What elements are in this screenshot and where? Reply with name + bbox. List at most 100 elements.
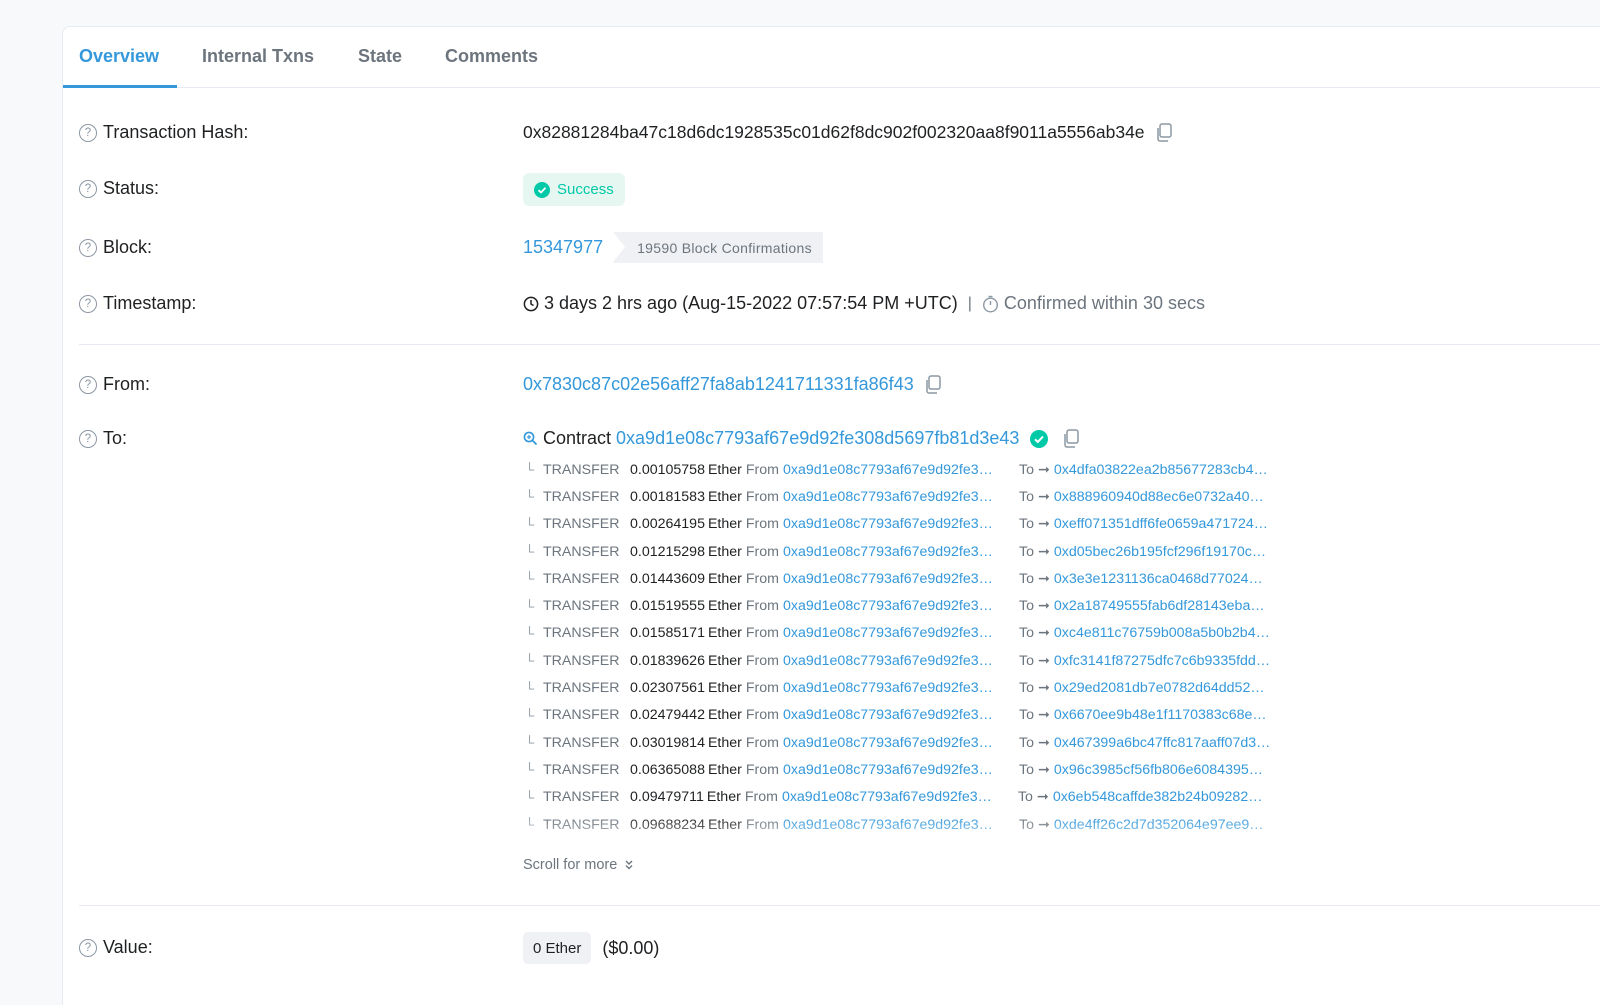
transfer-unit: Ether xyxy=(707,488,742,505)
transfer-type: TRANSFER xyxy=(543,488,620,505)
transfer-to-label: To xyxy=(1019,680,1034,697)
transfer-unit: Ether xyxy=(707,598,742,615)
transfer-row: └ TRANSFER 0.00264195 Ether From 0xa9d1e08c77… xyxy=(525,511,1305,538)
transfer-amount: 0.01585171 xyxy=(630,625,705,642)
transfer-from-link[interactable]: 0xa9d1e08c7793af67e9d92fe3… xyxy=(783,516,1011,532)
arrow-right-icon: ➞ xyxy=(1037,652,1050,669)
transfer-amount: 0.02479442 xyxy=(630,707,705,724)
help-icon[interactable]: ? xyxy=(79,429,97,448)
transfer-from-link[interactable]: 0xa9d1e08c7793af67e9d92fe3… xyxy=(782,789,1010,805)
transaction-details-card: Overview Internal Txns State Comments ? … xyxy=(62,26,1600,1005)
transfer-amount: 0.02307561 xyxy=(630,680,705,697)
transfer-to-link[interactable]: 0xc4e811c76759b008a5b0b2b4… xyxy=(1054,625,1270,641)
transfer-from-link[interactable]: 0xa9d1e08c7793af67e9d92fe3… xyxy=(783,653,1011,669)
transfer-from-link[interactable]: 0xa9d1e08c7793af67e9d92fe3… xyxy=(783,489,1011,505)
transfer-from-link[interactable]: 0xa9d1e08c7793af67e9d92fe3… xyxy=(783,625,1011,641)
transfer-from-label: From xyxy=(745,652,779,669)
transfer-row: └ TRANSFER 0.01443609 Ether From 0xa9d1e08c77… xyxy=(525,565,1305,592)
tab-overview[interactable]: Overview xyxy=(79,46,159,67)
transfer-to-label: To xyxy=(1019,516,1034,533)
tree-branch-icon: └ xyxy=(525,462,535,478)
check-circle-icon xyxy=(534,181,550,198)
arrow-right-icon: ➞ xyxy=(1037,488,1050,505)
transfer-type: TRANSFER xyxy=(543,816,620,833)
block-label-row: ? Block: xyxy=(79,237,152,258)
tab-comments[interactable]: Comments xyxy=(445,46,538,67)
transfer-to-link[interactable]: 0x467399a6bc47ffc817aaff07d3… xyxy=(1054,735,1270,751)
to-label-row: ? To: xyxy=(79,428,127,449)
transfer-from-link[interactable]: 0xa9d1e08c7793af67e9d92fe3… xyxy=(783,571,1011,587)
copy-icon[interactable] xyxy=(924,374,942,395)
transfer-from-link[interactable]: 0xa9d1e08c7793af67e9d92fe3… xyxy=(783,817,1011,833)
help-icon[interactable]: ? xyxy=(79,238,97,257)
transfer-amount: 0.00264195 xyxy=(630,516,705,533)
timestamp-label-row: ? Timestamp: xyxy=(79,293,196,314)
transfer-to-link[interactable]: 0x4dfa03822ea2b85677283cb4… xyxy=(1054,462,1268,478)
from-label: From: xyxy=(103,374,150,394)
transfer-row: └ TRANSFER 0.00181583 Ether From 0xa9d1e08c77… xyxy=(525,483,1305,510)
transfer-to-label: To xyxy=(1019,707,1034,724)
transfer-unit: Ether xyxy=(707,680,742,697)
value-value-row: 0 Ether ($0.00) xyxy=(523,932,659,964)
transfer-to-link[interactable]: 0xeff071351dff6fe0659a471724… xyxy=(1054,516,1268,532)
help-icon[interactable]: ? xyxy=(79,294,97,313)
transfer-to-link[interactable]: 0x6eb548caffde382b24b09282… xyxy=(1053,789,1263,805)
value-label-row: ? Value: xyxy=(79,937,153,958)
status-value-row: Success xyxy=(523,173,625,206)
tx-hash-label-row: ? Transaction Hash: xyxy=(79,122,248,143)
transfer-from-link[interactable]: 0xa9d1e08c7793af67e9d92fe3… xyxy=(783,544,1011,560)
tab-state[interactable]: State xyxy=(358,46,402,67)
tx-hash: 0x82881284ba47c18d6dc1928535c01d62f8dc90… xyxy=(523,122,1145,142)
transfer-type: TRANSFER xyxy=(543,789,620,806)
from-address-link[interactable]: 0x7830c87c02e56aff27fa8ab1241711331fa86f… xyxy=(523,374,914,395)
transfer-to-link[interactable]: 0xd05bec26b195fcf296f19170c… xyxy=(1054,544,1266,560)
tx-hash-label: Transaction Hash: xyxy=(103,122,249,142)
timestamp: 3 days 2 hrs ago (Aug-15-2022 07:57:54 P… xyxy=(544,293,958,313)
verified-check-icon xyxy=(1030,429,1049,448)
transfer-to-label: To xyxy=(1019,598,1034,615)
arrow-right-icon: ➞ xyxy=(1037,625,1050,642)
help-icon[interactable]: ? xyxy=(79,123,97,142)
transfer-from-link[interactable]: 0xa9d1e08c7793af67e9d92fe3… xyxy=(783,598,1011,614)
transfer-from-label: From xyxy=(745,543,779,560)
value-usd: ($0.00) xyxy=(602,937,660,958)
transfer-to-link[interactable]: 0x888960940d88ec6e0732a40… xyxy=(1054,489,1264,505)
timestamp-value-row: 3 days 2 hrs ago (Aug-15-2022 07:57:54 P… xyxy=(523,293,1205,314)
transfer-to-link[interactable]: 0x3e3e1231136ca0468d77024… xyxy=(1054,571,1263,587)
block-number-link[interactable]: 15347977 xyxy=(523,237,603,258)
transfer-to-link[interactable]: 0x96c3985cf56fb806e6084395… xyxy=(1054,762,1263,778)
transfer-to-link[interactable]: 0xfc3141f87275dfc7c6b9335fdd… xyxy=(1054,653,1270,669)
tab-internal-txns[interactable]: Internal Txns xyxy=(202,46,314,67)
transfer-to-link[interactable]: 0x2a18749555fab6df28143eba… xyxy=(1054,598,1265,614)
transfer-unit: Ether xyxy=(707,761,742,778)
copy-icon[interactable] xyxy=(1155,122,1173,143)
transfer-type: TRANSFER xyxy=(543,707,620,724)
status-label: Status: xyxy=(103,178,160,198)
internal-transfers-list[interactable]: └ TRANSFER 0.00105758 Ether From 0xa9d1e08c77… xyxy=(525,456,1305,856)
transfer-to-label: To xyxy=(1019,734,1034,751)
double-chevron-down-icon xyxy=(625,860,633,870)
transfer-unit: Ether xyxy=(707,461,742,478)
to-contract-link[interactable]: 0xa9d1e08c7793af67e9d92fe308d5697fb81d3e… xyxy=(616,428,1019,449)
transfer-amount: 0.00181583 xyxy=(630,488,705,505)
transfer-from-link[interactable]: 0xa9d1e08c7793af67e9d92fe3… xyxy=(783,735,1011,751)
scroll-for-more[interactable]: Scroll for more xyxy=(523,857,634,873)
help-icon[interactable]: ? xyxy=(79,938,97,957)
help-icon[interactable]: ? xyxy=(79,375,97,394)
transfer-to-link[interactable]: 0x29ed2081db7e0782d64dd52… xyxy=(1054,680,1265,696)
transfer-from-label: From xyxy=(745,625,779,642)
help-icon[interactable]: ? xyxy=(79,179,97,198)
transfer-to-link[interactable]: 0xde4ff26c2d7d352064e97ee9… xyxy=(1054,817,1264,833)
transfer-from-link[interactable]: 0xa9d1e08c7793af67e9d92fe3… xyxy=(783,707,1011,723)
arrow-right-icon: ➞ xyxy=(1037,461,1050,478)
value-label: Value: xyxy=(103,937,153,957)
copy-icon[interactable] xyxy=(1062,428,1080,449)
transfer-from-link[interactable]: 0xa9d1e08c7793af67e9d92fe3… xyxy=(783,462,1011,478)
tree-branch-icon: └ xyxy=(525,653,535,669)
transfer-from-label: From xyxy=(745,570,779,587)
transfer-type: TRANSFER xyxy=(543,761,620,778)
transfer-from-link[interactable]: 0xa9d1e08c7793af67e9d92fe3… xyxy=(783,762,1011,778)
transfer-from-link[interactable]: 0xa9d1e08c7793af67e9d92fe3… xyxy=(783,680,1011,696)
transfer-to-label: To xyxy=(1019,570,1034,587)
transfer-to-link[interactable]: 0x6670ee9b48e1f1170383c68e… xyxy=(1054,707,1267,723)
